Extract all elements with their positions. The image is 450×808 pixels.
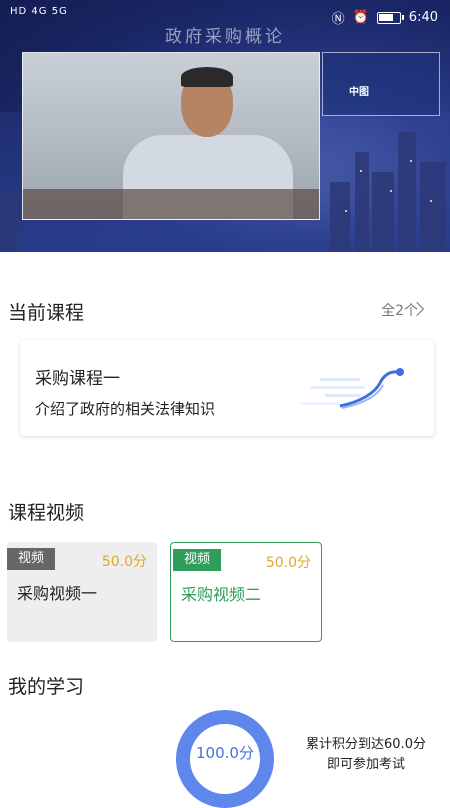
light bbox=[390, 190, 392, 192]
video-score: 50.0分 bbox=[101, 554, 147, 570]
course-card[interactable]: 采购课程一 介绍了政府的相关法律知识 bbox=[20, 340, 434, 436]
building bbox=[420, 162, 446, 252]
total-score: 100.0分 bbox=[196, 744, 254, 762]
current-course-heading: 当前课程 bbox=[8, 302, 85, 324]
video-name: 采购视频一 bbox=[17, 584, 98, 603]
video-tag: 视频 bbox=[173, 549, 221, 571]
building bbox=[330, 182, 350, 252]
building bbox=[355, 152, 369, 252]
exam-hint: 累计积分到达60.0分 即可参加考试 bbox=[296, 735, 436, 775]
light bbox=[360, 170, 362, 172]
light bbox=[430, 200, 432, 202]
video-tag: 视频 bbox=[7, 548, 55, 570]
video-player[interactable]: HD 4G 5G Ⓝ ⏰ 6:40 政府采购概论 中图 bbox=[0, 0, 450, 252]
video-card-selected[interactable]: 视频 50.0分 采购视频二 bbox=[170, 542, 322, 642]
light bbox=[410, 160, 412, 162]
building bbox=[372, 172, 394, 252]
video-card[interactable]: 视频 50.0分 采购视频一 bbox=[7, 542, 157, 642]
building bbox=[398, 132, 416, 252]
course-videos-heading: 课程视频 bbox=[8, 502, 85, 524]
my-study-heading: 我的学习 bbox=[8, 676, 85, 698]
mini-label: 中图 bbox=[347, 83, 371, 98]
exam-hint-line1: 累计积分到达60.0分 bbox=[306, 737, 426, 752]
course-description: 介绍了政府的相关法律知识 bbox=[35, 400, 216, 418]
desk bbox=[23, 189, 319, 219]
network-indicator: HD 4G 5G bbox=[10, 6, 68, 17]
building bbox=[0, 192, 20, 252]
video-title: 政府采购概论 bbox=[165, 27, 285, 47]
exam-hint-line2: 即可参加考试 bbox=[326, 757, 405, 772]
video-score: 50.0分 bbox=[265, 555, 311, 571]
presenter-hair bbox=[181, 67, 233, 87]
mini-frame: 中图 bbox=[322, 52, 440, 116]
light bbox=[345, 210, 347, 212]
course-illustration bbox=[300, 368, 404, 409]
video-name: 采购视频二 bbox=[181, 585, 262, 604]
presenter-frame bbox=[22, 52, 320, 220]
course-title: 采购课程一 bbox=[35, 369, 120, 389]
